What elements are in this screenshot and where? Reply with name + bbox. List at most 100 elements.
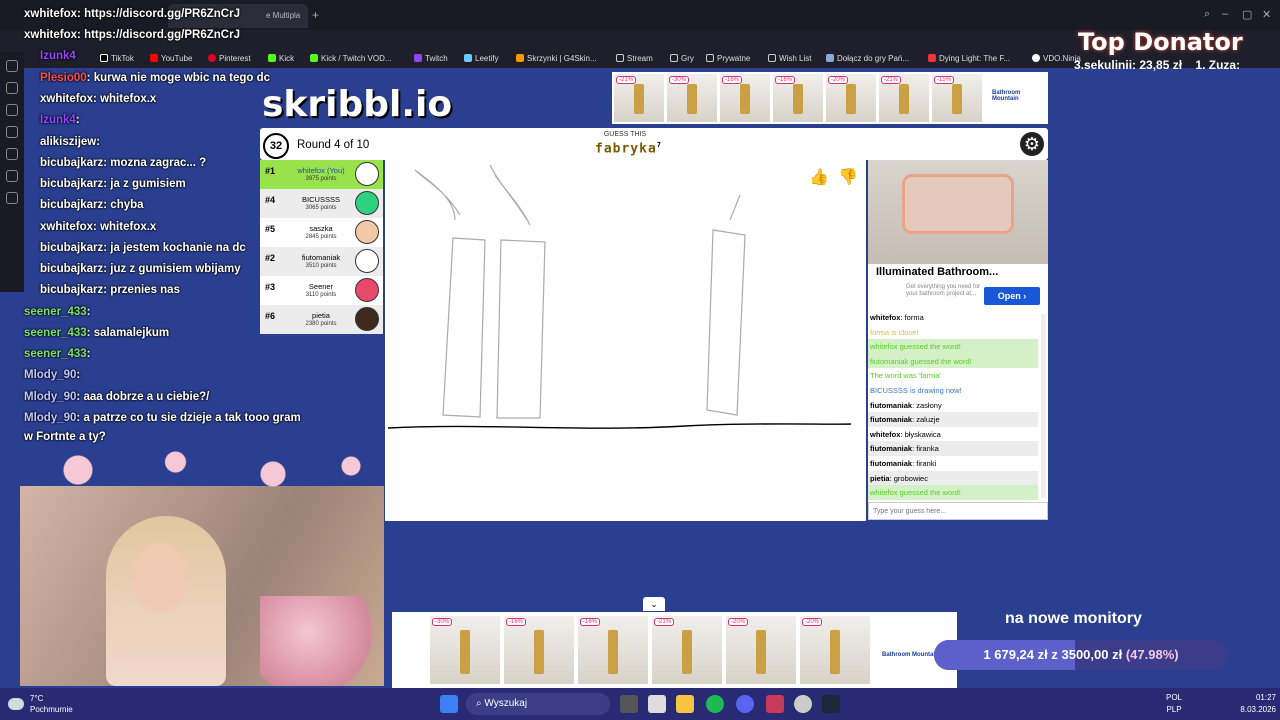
discord-icon[interactable] (736, 695, 754, 713)
word-hint: fabryka7 (595, 141, 662, 156)
stream-chat-line: bicubajkarz: ja jestem kochanie na dc (40, 242, 246, 254)
chat-username[interactable]: bicubajkarz (40, 199, 103, 211)
collapse-ad-chevron-icon[interactable]: ⌄ (643, 597, 665, 611)
bookmark-folder[interactable]: Prywatne (706, 54, 750, 63)
chat-username[interactable]: Plesio00 (40, 72, 87, 84)
bookmark-folder[interactable]: Gry (670, 54, 694, 63)
weather-widget[interactable]: 7°C Pochmurnie (8, 693, 73, 715)
store-icon[interactable] (648, 695, 666, 713)
ad-product-thumb[interactable]: -30% (667, 74, 717, 122)
sidebar-app-icon[interactable] (6, 148, 18, 160)
sidebar-app-icon[interactable] (6, 170, 18, 182)
maximize-icon[interactable]: ▢ (1242, 8, 1252, 21)
settings-gear-icon[interactable]: ⚙ (1020, 132, 1044, 156)
ad-product-thumb[interactable]: -20% (826, 74, 876, 122)
guess-input[interactable] (868, 502, 1048, 520)
new-tab-icon[interactable]: + (312, 8, 319, 22)
chat-username[interactable]: xwhitefox (40, 221, 93, 233)
chat-username[interactable]: bicubajkarz (40, 263, 103, 275)
ad-product-thumb[interactable]: -16% (504, 616, 574, 684)
bottom-ad-banner[interactable]: -30% -16% -16% -21% -20% -20% Bathroom Mountai… (392, 612, 957, 688)
ad-product-thumb[interactable]: -21% (652, 616, 722, 684)
top-donator-title: Top Donator (1078, 28, 1243, 56)
chat-username[interactable]: Mlody_90 (24, 412, 76, 424)
ad-subtitle: Get everything you need for your bathroo… (906, 284, 981, 297)
obs-icon[interactable] (766, 695, 784, 713)
thumbs-up-icon[interactable]: 👍 (806, 166, 832, 190)
chat-username[interactable]: Mlody_90 (24, 391, 76, 403)
chat-username[interactable]: bicubajkarz (40, 157, 103, 169)
taskbar-search[interactable]: ⌕ Wyszukaj (466, 693, 610, 715)
product-image (682, 630, 692, 674)
sidebar-app-icon[interactable] (6, 82, 18, 94)
chat-username[interactable]: seener_433 (24, 306, 87, 318)
search-tabs-icon[interactable]: ⌕ (1204, 8, 1210, 21)
top-ad-banner[interactable]: -21% -30% -16% -16% -20% -21% -15% Bathroom Mou… (612, 72, 1048, 124)
lang-code: POL (1166, 693, 1183, 702)
chat-username[interactable]: alikiszijew (40, 136, 96, 148)
bookmark-item[interactable]: Pinterest (208, 54, 251, 63)
chat-message: The word was 'farma' (868, 368, 1038, 383)
chat-message-text: : ja z gumisiem (103, 178, 186, 190)
ad-product-thumb[interactable]: -16% (720, 74, 770, 122)
browser-icon[interactable] (794, 695, 812, 713)
sidebar-app-icon[interactable] (6, 126, 18, 138)
player-row[interactable]: #2 fiutomaniak 3510 points (260, 247, 383, 276)
system-clock[interactable]: 01:27 8.03.2026 (1228, 692, 1276, 716)
ad-product-thumb[interactable]: -20% (800, 616, 870, 684)
bookmark-item[interactable]: Kick / Twitch VOD... (310, 54, 392, 63)
file-explorer-icon[interactable] (676, 695, 694, 713)
ad-product-thumb[interactable]: -16% (578, 616, 648, 684)
bookmark-folder[interactable]: Wish List (768, 54, 811, 63)
bookmark-item[interactable]: YouTube (150, 54, 192, 63)
chat-username[interactable]: seener_433 (24, 348, 87, 360)
task-view-icon[interactable] (620, 695, 638, 713)
bookmark-item[interactable]: Skrzynki | G4Skin... (516, 54, 597, 63)
bookmark-item[interactable]: Dołącz do gry Pań... (826, 54, 909, 63)
chat-username[interactable]: bicubajkarz (40, 242, 103, 254)
chat-username[interactable]: bicubajkarz (40, 284, 103, 296)
spotify-icon[interactable] (706, 695, 724, 713)
chat-username[interactable]: Izunk4 (40, 50, 76, 62)
player-row[interactable]: #1 whitefox (You) 3975 points (260, 160, 383, 189)
bookmark-folder[interactable]: Stream (616, 54, 653, 63)
start-windows-icon[interactable] (440, 695, 458, 713)
side-ad[interactable]: Illuminated Bathroom... Get everything y… (868, 160, 1048, 310)
chat-username[interactable]: xwhitefox (40, 93, 93, 105)
bookmark-item[interactable]: Twitch (414, 54, 448, 63)
ad-product-thumb[interactable]: -21% (879, 74, 929, 122)
player-row[interactable]: #3 Seener 3110 points (260, 276, 383, 305)
sidebar-app-icon[interactable] (6, 60, 18, 72)
player-row[interactable]: #6 pietia 2380 points (260, 305, 383, 334)
chat-username[interactable]: Izunk4 (40, 114, 76, 126)
bookmark-item[interactable]: Leetify (464, 54, 499, 63)
minimize-icon[interactable]: – (1222, 8, 1228, 20)
chat-username[interactable]: xwhitefox (24, 8, 77, 20)
bookmark-item[interactable]: TikTok (100, 54, 134, 63)
thumbs-down-icon[interactable]: 👎 (835, 166, 861, 190)
drawing-canvas[interactable] (385, 160, 866, 521)
donator-entry: 1. Zuza: (1195, 58, 1241, 72)
ad-product-thumb[interactable]: -16% (773, 74, 823, 122)
player-row[interactable]: #5 saszka 2845 points (260, 218, 383, 247)
page-icon (928, 54, 936, 62)
chat-username[interactable]: Mlody_90 (24, 369, 76, 381)
chat-scrollbar[interactable] (1041, 314, 1046, 498)
ad-product-thumb[interactable]: -30% (430, 616, 500, 684)
bookmark-item[interactable]: Dying Light: The F... (928, 54, 1010, 63)
sidebar-app-icon[interactable] (6, 104, 18, 116)
player-row[interactable]: #4 BICUSSSS 3065 points (260, 189, 383, 218)
chat-username[interactable]: bicubajkarz (40, 178, 103, 190)
ad-product-thumb[interactable]: -15% (932, 74, 982, 122)
chat-message-text: : salamalejkum (86, 327, 170, 339)
chat-username[interactable]: seener_433 (24, 327, 87, 339)
chat-username[interactable]: xwhitefox (24, 29, 77, 41)
sidebar-app-icon[interactable] (6, 192, 18, 204)
bookmark-item[interactable]: Kick (268, 54, 294, 63)
steam-icon[interactable] (822, 695, 840, 713)
ad-product-thumb[interactable]: -21% (614, 74, 664, 122)
language-indicator[interactable]: POL PLP (1166, 692, 1182, 716)
close-icon[interactable]: ✕ (1262, 8, 1271, 21)
ad-product-thumb[interactable]: -20% (726, 616, 796, 684)
ad-open-button[interactable]: Open › (984, 287, 1040, 305)
